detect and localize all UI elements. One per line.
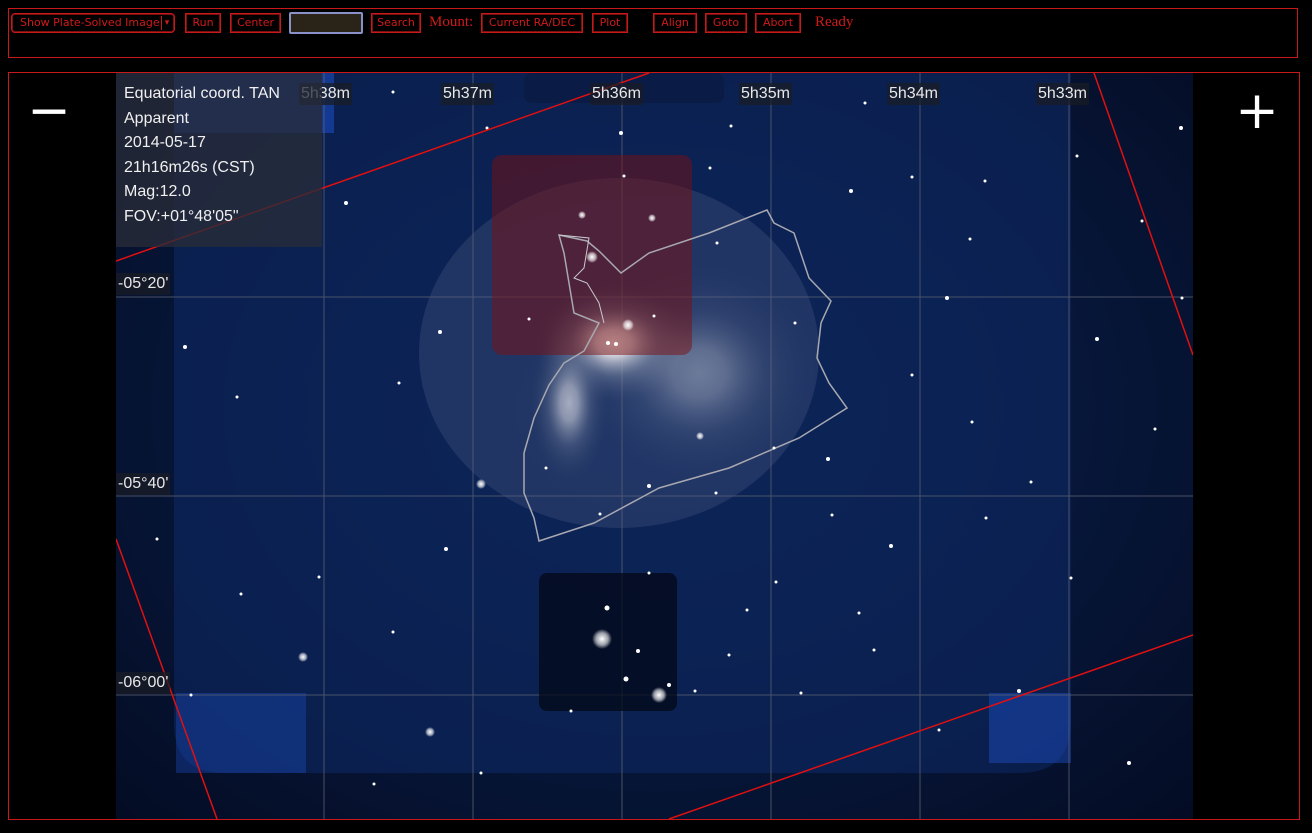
- toolbar: Show Plate-Solved Image ▾ Run Center Sea…: [8, 8, 1298, 58]
- object-search-input[interactable]: [289, 12, 363, 34]
- dec-tick-label: -05°20': [116, 273, 171, 295]
- current-radec-button[interactable]: Current RA/DEC: [481, 13, 583, 33]
- dec-tick-label: -06°00': [116, 672, 171, 694]
- projection-text: Equatorial coord. TAN: [124, 85, 280, 102]
- search-button[interactable]: Search: [371, 13, 421, 33]
- ra-tick-label: 5h35m: [739, 83, 792, 105]
- run-button[interactable]: Run: [185, 13, 221, 33]
- fov-text: FOV:+01°48'05": [124, 207, 239, 225]
- ra-tick-label: 5h37m: [441, 83, 494, 105]
- image-mode-select[interactable]: Show Plate-Solved Image ▾: [11, 13, 175, 33]
- ra-tick-label: 5h33m: [1036, 83, 1089, 105]
- zoom-in-button[interactable]: +: [1235, 85, 1279, 137]
- mount-label: Mount:: [429, 14, 474, 30]
- dec-tick-label: -05°40': [116, 473, 171, 495]
- align-button[interactable]: Align: [653, 13, 697, 33]
- ra-tick-label: 5h36m: [590, 83, 643, 105]
- goto-button[interactable]: Goto: [705, 13, 747, 33]
- time-text: 21h16m26s (CST): [124, 158, 255, 176]
- magnitude-text: Mag:12.0: [124, 183, 191, 200]
- mode-text: Apparent: [124, 109, 189, 127]
- plot-button[interactable]: Plot: [592, 13, 628, 33]
- abort-button[interactable]: Abort: [755, 13, 801, 33]
- zoom-out-button[interactable]: −: [27, 85, 71, 137]
- center-button[interactable]: Center: [230, 13, 281, 33]
- image-mode-select-label: Show Plate-Solved Image: [20, 16, 160, 29]
- chevron-down-icon: ▾: [161, 16, 172, 30]
- date-text: 2014-05-17: [124, 134, 206, 151]
- ra-tick-label: 5h34m: [887, 83, 940, 105]
- status-text: Ready: [815, 14, 854, 30]
- sky-chart-view[interactable]: 5h38m 5h37m 5h36m 5h35m 5h34m 5h33m -05°…: [8, 72, 1300, 820]
- chart-info-panel: Equatorial coord. TAN Apparent 2014-05-1…: [116, 73, 322, 247]
